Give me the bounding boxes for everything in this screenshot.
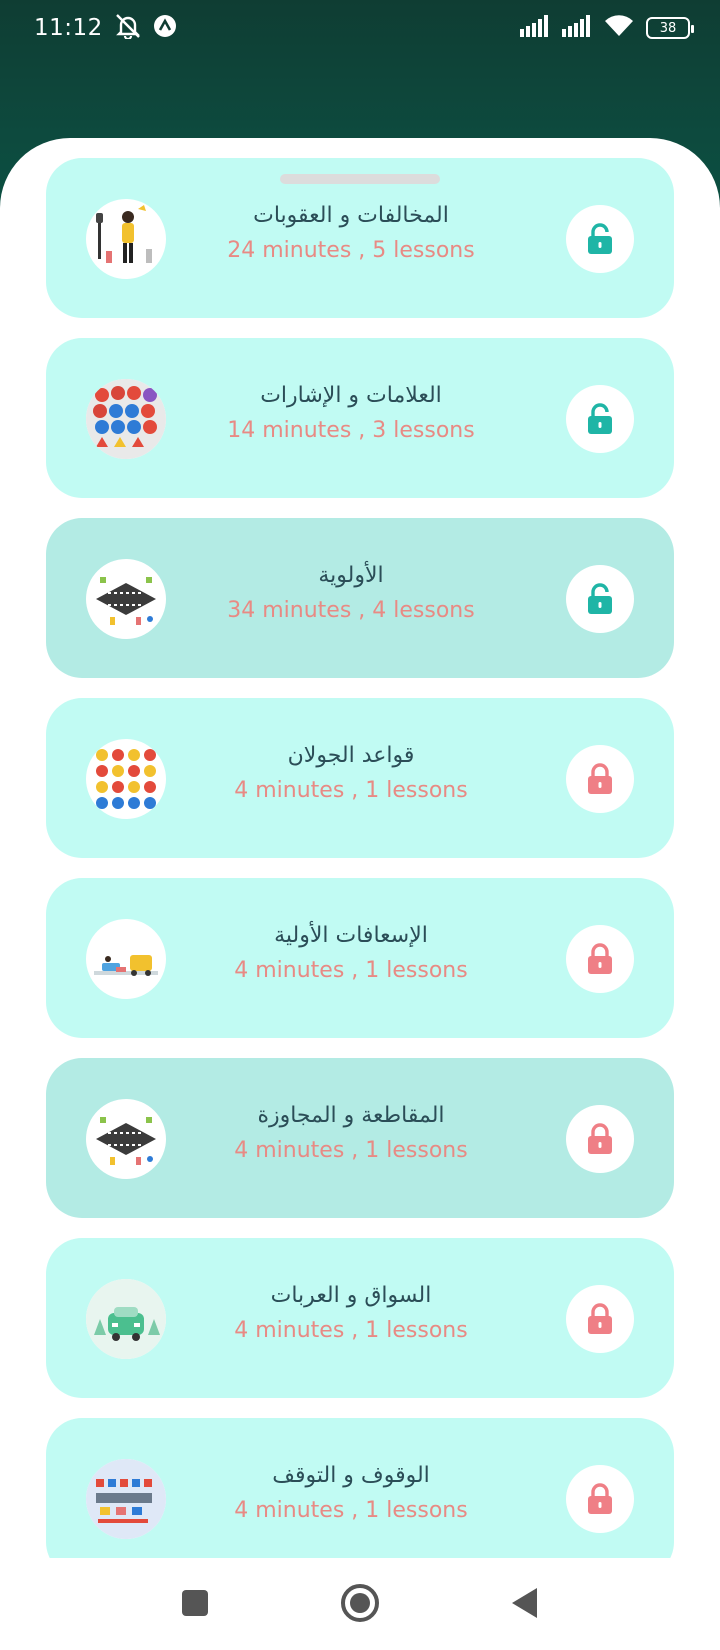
lock-icon[interactable] xyxy=(566,1465,634,1533)
lesson-duration: 24 minutes , 5 lessons xyxy=(227,238,475,263)
lessons-list: المخالفات و العقوبات 24 minutes , 5 lesso… xyxy=(46,158,674,1558)
unlock-icon[interactable] xyxy=(566,565,634,633)
lesson-duration: 4 minutes , 1 lessons xyxy=(234,778,468,803)
parking-image xyxy=(86,1459,166,1539)
lesson-title: الوقوف و التوقف xyxy=(272,1463,430,1488)
lesson-duration: 4 minutes , 1 lessons xyxy=(234,1318,468,1343)
lesson-duration: 4 minutes , 1 lessons xyxy=(234,1138,468,1163)
lesson-card[interactable]: العلامات و الإشارات 14 minutes , 3 lesson… xyxy=(46,338,674,498)
recents-button[interactable] xyxy=(170,1578,220,1628)
lesson-card[interactable]: قواعد الجولان 4 minutes , 1 lessons xyxy=(46,698,674,858)
lesson-text: الأولوية 34 minutes , 4 lessons xyxy=(196,558,506,628)
battery-level: 38 xyxy=(659,20,677,36)
intersection-image xyxy=(86,1099,166,1179)
lesson-title: الأولوية xyxy=(318,563,384,588)
lesson-duration: 4 minutes , 1 lessons xyxy=(234,1498,468,1523)
lesson-text: العلامات و الإشارات 14 minutes , 3 lesson… xyxy=(196,378,506,448)
home-button[interactable] xyxy=(335,1578,385,1628)
road-signs-grid-image xyxy=(86,739,166,819)
lesson-duration: 4 minutes , 1 lessons xyxy=(234,958,468,983)
lock-icon[interactable] xyxy=(566,745,634,813)
status-bar: 11:12 38 xyxy=(0,0,720,56)
lock-icon[interactable] xyxy=(566,1285,634,1353)
lesson-duration: 14 minutes , 3 lessons xyxy=(227,418,475,443)
battery-icon: 38 xyxy=(646,17,694,39)
lesson-card[interactable]: السواق و العربات 4 minutes , 1 lessons xyxy=(46,1238,674,1398)
road-signs-image xyxy=(86,379,166,459)
lesson-title: المقاطعة و المجاوزة xyxy=(257,1103,445,1128)
lesson-title: العلامات و الإشارات xyxy=(260,383,442,408)
lesson-title: السواق و العربات xyxy=(270,1283,432,1308)
app-a-icon xyxy=(153,14,177,42)
lock-icon[interactable] xyxy=(566,1105,634,1173)
lesson-text: السواق و العربات 4 minutes , 1 lessons xyxy=(196,1278,506,1348)
lesson-text: المخالفات و العقوبات 24 minutes , 5 lesso… xyxy=(196,198,506,268)
wifi-icon xyxy=(604,14,634,42)
lesson-title: المخالفات و العقوبات xyxy=(253,203,449,228)
drag-handle[interactable] xyxy=(280,174,440,184)
lesson-card[interactable]: الأولوية 34 minutes , 4 lessons xyxy=(46,518,674,678)
lesson-card[interactable]: الوقوف و التوقف 4 minutes , 1 lessons xyxy=(46,1418,674,1558)
lesson-text: الإسعافات الأولية 4 minutes , 1 lessons xyxy=(196,918,506,988)
lesson-title: الإسعافات الأولية xyxy=(274,923,428,948)
muted-notifications-icon xyxy=(113,13,143,43)
lock-icon[interactable] xyxy=(566,925,634,993)
lesson-text: المقاطعة و المجاوزة 4 minutes , 1 lessons xyxy=(196,1098,506,1168)
lesson-text: الوقوف و التوقف 4 minutes , 1 lessons xyxy=(196,1458,506,1528)
status-time: 11:12 xyxy=(34,15,103,41)
system-nav-bar xyxy=(0,1558,720,1650)
car-image xyxy=(86,1279,166,1359)
lesson-card[interactable]: الإسعافات الأولية 4 minutes , 1 lessons xyxy=(46,878,674,1038)
lesson-text: قواعد الجولان 4 minutes , 1 lessons xyxy=(196,738,506,808)
unlock-icon[interactable] xyxy=(566,205,634,273)
first-aid-image xyxy=(86,919,166,999)
signal-icon xyxy=(562,15,592,41)
lesson-duration: 34 minutes , 4 lessons xyxy=(227,598,475,623)
signal-icon xyxy=(520,15,550,41)
lessons-sheet: المخالفات و العقوبات 24 minutes , 5 lesso… xyxy=(0,138,720,1558)
traffic-officer-image xyxy=(86,199,166,279)
back-button[interactable] xyxy=(500,1578,550,1628)
unlock-icon[interactable] xyxy=(566,385,634,453)
lesson-title: قواعد الجولان xyxy=(287,743,415,768)
intersection-image xyxy=(86,559,166,639)
lesson-card[interactable]: المقاطعة و المجاوزة 4 minutes , 1 lessons xyxy=(46,1058,674,1218)
